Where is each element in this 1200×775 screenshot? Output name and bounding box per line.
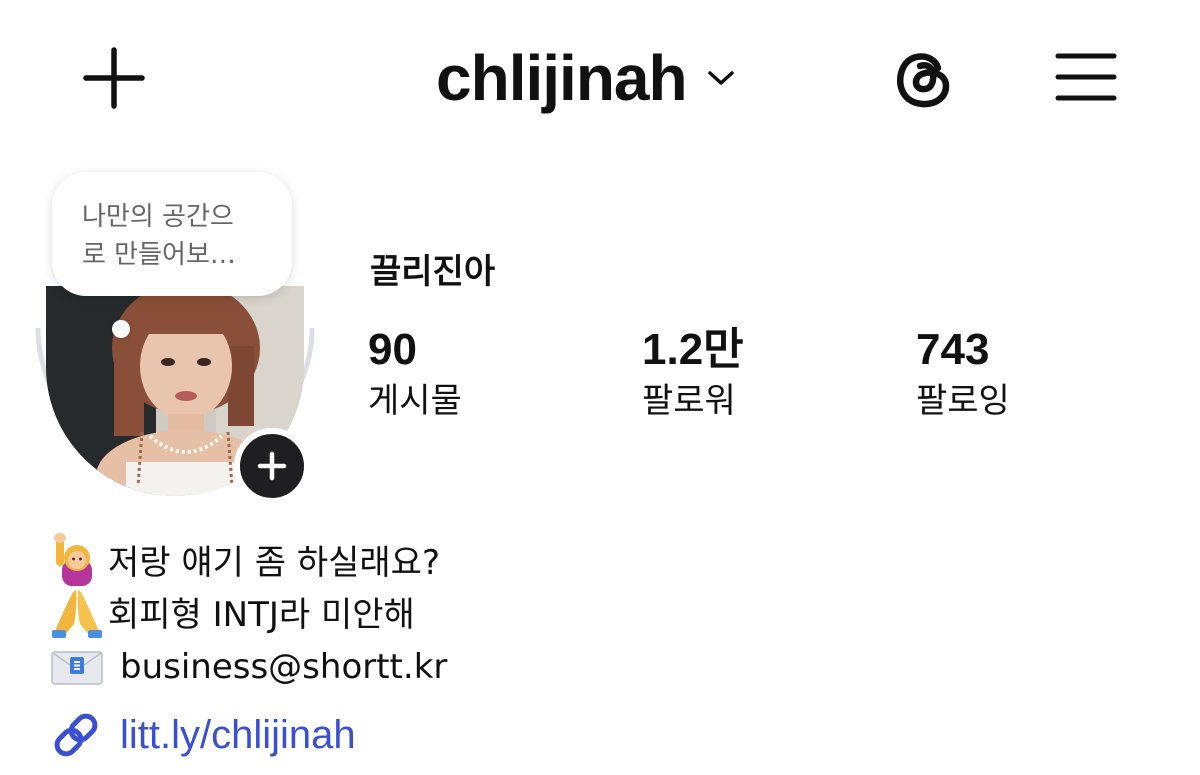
plus-icon <box>83 47 145 109</box>
bio-email: business@shortt.kr <box>120 647 448 687</box>
note-text: 나만의 공간으 로 만들어보… <box>82 202 236 270</box>
bio-line: 저랑 얘기 좀 하실래요? <box>50 532 440 586</box>
posts-count: 90 <box>368 325 417 374</box>
display-name: 끌리진아 <box>370 252 496 292</box>
followers-stat[interactable]: 1.2만 팔로워 <box>642 324 744 422</box>
username: chlijinah <box>436 42 688 114</box>
person-raising-hand-emoji-icon <box>54 533 92 586</box>
threads-button[interactable] <box>888 42 960 114</box>
followers-label: 팔로워 <box>642 381 736 421</box>
add-story-button[interactable] <box>234 428 310 504</box>
posts-label: 게시물 <box>368 381 462 421</box>
menu-button[interactable] <box>1052 46 1120 108</box>
posts-stat[interactable]: 90 게시물 <box>368 324 462 422</box>
threads-icon <box>897 53 950 108</box>
folded-hands-emoji-icon <box>52 590 102 638</box>
chevron-down-icon <box>707 71 734 85</box>
hamburger-menu-icon <box>1055 53 1117 101</box>
bio-text: 회피형 INTJ라 미안해 <box>108 594 415 635</box>
followers-count: 1.2만 <box>642 325 744 374</box>
plus-icon <box>257 451 287 481</box>
profile-header: chlijinah <box>0 0 1200 150</box>
profile-link[interactable]: litt.ly/chlijinah <box>50 708 356 762</box>
account-switcher[interactable]: chlijinah <box>436 38 735 118</box>
e-mail-emoji-icon <box>51 651 103 685</box>
following-label: 팔로잉 <box>916 381 1010 421</box>
link-icon <box>54 713 98 757</box>
following-stat[interactable]: 743 팔로잉 <box>916 324 1010 422</box>
note-bubble[interactable]: 나만의 공간으 로 만들어보… <box>52 172 292 296</box>
create-button[interactable] <box>80 44 148 112</box>
bio-text: 저랑 얘기 좀 하실래요? <box>108 542 440 583</box>
following-count: 743 <box>916 325 990 374</box>
bio-line: 회피형 INTJ라 미안해 <box>50 584 415 638</box>
profile-link-text: litt.ly/chlijinah <box>120 712 356 757</box>
bio-line: business@shortt.kr <box>50 640 447 694</box>
note-bubble-tail <box>112 320 130 338</box>
